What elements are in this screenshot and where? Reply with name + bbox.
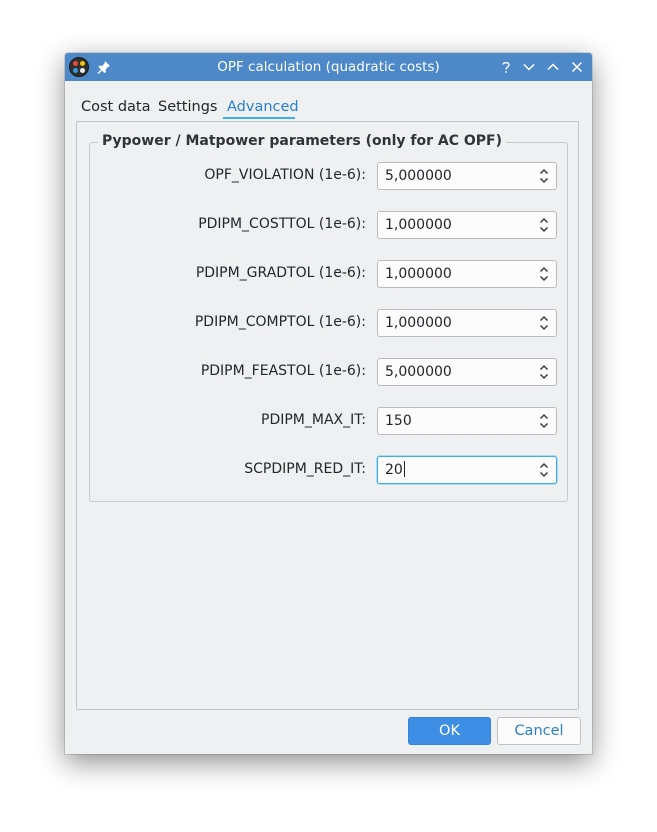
- pdipm-comptol-spinbox[interactable]: 1,000000: [377, 309, 557, 337]
- opf-violation-label: OPF_VIOLATION (1e-6):: [204, 167, 366, 183]
- pdipm-max-it-value[interactable]: 150: [385, 408, 412, 434]
- ok-button[interactable]: OK: [408, 717, 491, 745]
- tab-panel-advanced: Pypower / Matpower parameters (only for …: [76, 121, 579, 710]
- spin-arrows-icon[interactable]: [539, 462, 549, 478]
- pdipm-costtol-label: PDIPM_COSTTOL (1e-6):: [198, 216, 366, 232]
- pdipm-max-it-label: PDIPM_MAX_IT:: [261, 412, 366, 428]
- title-bar[interactable]: OPF calculation (quadratic costs): [65, 53, 592, 81]
- spin-arrows-icon[interactable]: [539, 217, 549, 233]
- close-icon[interactable]: [569, 59, 585, 75]
- pdipm-comptol-label: PDIPM_COMPTOL (1e-6):: [194, 314, 366, 330]
- pdipm-gradtol-label: PDIPM_GRADTOL (1e-6):: [195, 265, 366, 281]
- scpdipm-red-it-text[interactable]: 20: [385, 462, 403, 478]
- pdipm-costtol-spinbox[interactable]: 1,000000: [377, 211, 557, 239]
- tab-advanced[interactable]: Advanced: [227, 98, 299, 118]
- spin-arrows-icon[interactable]: [539, 315, 549, 331]
- spin-arrows-icon[interactable]: [539, 168, 549, 184]
- pdipm-gradtol-spinbox[interactable]: 1,000000: [377, 260, 557, 288]
- spin-arrows-icon[interactable]: [539, 413, 549, 429]
- opf-violation-value[interactable]: 5,000000: [385, 163, 452, 189]
- scpdipm-red-it-value[interactable]: 20: [385, 457, 405, 483]
- pdipm-feastol-label: PDIPM_FEASTOL (1e-6):: [200, 363, 366, 379]
- spin-arrows-icon[interactable]: [539, 266, 549, 282]
- maximize-icon[interactable]: [545, 59, 561, 75]
- pdipm-max-it-spinbox[interactable]: 150: [377, 407, 557, 435]
- scpdipm-red-it-label: SCPDIPM_RED_IT:: [244, 461, 366, 477]
- active-tab-indicator: [223, 117, 295, 119]
- scpdipm-red-it-spinbox[interactable]: 20: [377, 456, 557, 484]
- groupbox-title: Pypower / Matpower parameters (only for …: [98, 133, 506, 149]
- pdipm-feastol-spinbox[interactable]: 5,000000: [377, 358, 557, 386]
- text-caret: [403, 461, 405, 477]
- tab-settings[interactable]: Settings: [158, 98, 217, 118]
- pdipm-gradtol-value[interactable]: 1,000000: [385, 261, 452, 287]
- tab-cost-data[interactable]: Cost data: [81, 98, 151, 118]
- pdipm-comptol-value[interactable]: 1,000000: [385, 310, 452, 336]
- help-icon[interactable]: [498, 59, 514, 75]
- pdipm-costtol-value[interactable]: 1,000000: [385, 212, 452, 238]
- opf-violation-spinbox[interactable]: 5,000000: [377, 162, 557, 190]
- spin-arrows-icon[interactable]: [539, 364, 549, 380]
- pdipm-feastol-value[interactable]: 5,000000: [385, 359, 452, 385]
- minimize-icon[interactable]: [521, 59, 537, 75]
- dialog-window: OPF calculation (quadratic costs) Cost d…: [65, 53, 592, 754]
- cancel-button[interactable]: Cancel: [497, 717, 581, 745]
- parameters-groupbox: Pypower / Matpower parameters (only for …: [89, 133, 568, 502]
